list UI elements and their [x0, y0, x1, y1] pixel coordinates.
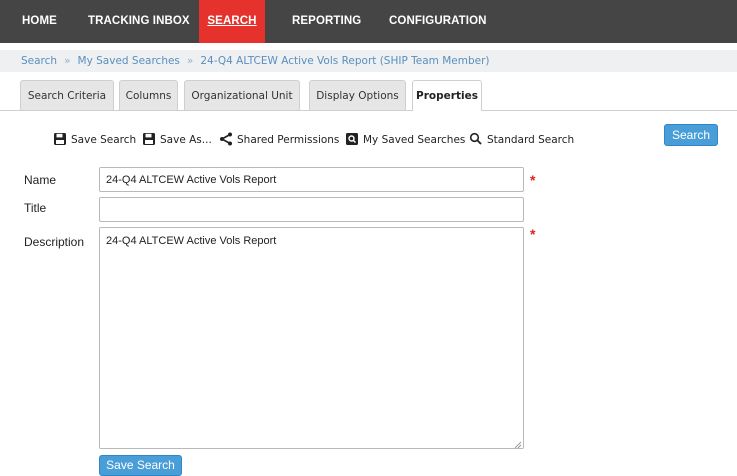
name-required-marker: *	[530, 172, 536, 188]
search-icon	[469, 132, 483, 146]
saved-searches-icon	[345, 132, 359, 146]
nav-reporting[interactable]: REPORTING	[292, 0, 361, 43]
save-search-button[interactable]: Save Search	[99, 455, 182, 476]
share-icon	[219, 132, 233, 146]
nav-configuration[interactable]: CONFIGURATION	[389, 0, 487, 43]
save-as-link[interactable]: Save As...	[142, 130, 212, 150]
tab-properties[interactable]: Properties	[412, 80, 482, 111]
nav-search[interactable]: SEARCH	[199, 0, 265, 43]
resize-handle-icon[interactable]	[514, 439, 522, 449]
description-text: 24-Q4 ALTCEW Active Vols Report	[106, 235, 277, 247]
breadcrumb-current: 24-Q4 ALTCEW Active Vols Report (SHIP Te…	[200, 55, 490, 67]
tab-bar: Search Criteria Columns Organizational U…	[0, 80, 737, 111]
breadcrumb-separator: »	[186, 55, 194, 67]
search-button[interactable]: Search	[664, 124, 718, 146]
description-label: Description	[24, 235, 85, 249]
shared-permissions-label: Shared Permissions	[237, 134, 340, 146]
save-icon	[53, 132, 67, 146]
save-search-label: Save Search	[71, 134, 137, 146]
standard-search-link[interactable]: Standard Search	[469, 130, 574, 150]
breadcrumb-my-saved-searches[interactable]: My Saved Searches	[78, 55, 180, 67]
tab-columns[interactable]: Columns	[119, 80, 178, 110]
nav-home[interactable]: HOME	[22, 0, 57, 43]
nav-tracking-inbox[interactable]: TRACKING INBOX	[88, 0, 190, 43]
description-required-marker: *	[530, 226, 536, 242]
save-as-label: Save As...	[160, 134, 212, 146]
standard-search-label: Standard Search	[487, 134, 575, 146]
tab-search-criteria[interactable]: Search Criteria	[20, 80, 114, 110]
title-label: Title	[24, 201, 47, 215]
top-nav-bar: HOME TRACKING INBOX SEARCH REPORTING CON…	[0, 0, 737, 43]
description-textarea[interactable]: 24-Q4 ALTCEW Active Vols Report	[99, 227, 524, 449]
save-search-link[interactable]: Save Search	[53, 130, 136, 150]
name-label: Name	[24, 173, 57, 187]
my-saved-searches-link[interactable]: My Saved Searches	[345, 130, 465, 150]
tab-organizational-unit[interactable]: Organizational Unit	[184, 80, 300, 110]
breadcrumb-separator: »	[64, 55, 71, 67]
save-icon	[142, 132, 156, 146]
name-field[interactable]	[99, 167, 524, 192]
breadcrumb-search[interactable]: Search	[21, 55, 57, 67]
my-saved-searches-label: My Saved Searches	[363, 134, 466, 146]
shared-permissions-link[interactable]: Shared Permissions	[219, 130, 339, 150]
tab-display-options[interactable]: Display Options	[309, 80, 406, 110]
breadcrumb: Search » My Saved Searches » 24-Q4 ALTCEW Ac…	[0, 50, 737, 72]
title-field[interactable]	[99, 197, 524, 222]
